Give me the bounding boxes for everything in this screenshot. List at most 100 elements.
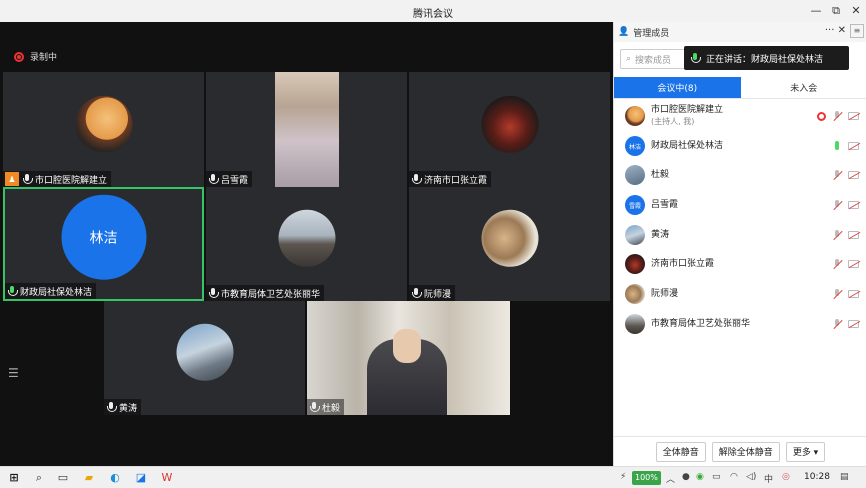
mic-muted-icon[interactable] [832,200,842,210]
video-tile[interactable]: 济南市口张立霞 [409,72,610,187]
member-status [832,170,859,180]
more-icon[interactable]: ··· [825,25,835,36]
battery-indicator[interactable]: 100% [632,471,661,485]
panel-controls: ··· ✕ [825,25,846,36]
member-status [832,141,859,150]
camera-off-icon[interactable] [848,320,859,328]
title-bar: 腾讯会议 — ⧉ ✕ [0,0,866,22]
file-explorer-icon[interactable]: ▰ [82,471,96,485]
video-tile[interactable]: 杜毅 [307,301,510,415]
camera-off-icon[interactable] [848,171,859,179]
search-icon[interactable]: ⌕ [32,471,46,485]
mute-all-button[interactable]: 全体静音 [655,441,706,462]
video-tile[interactable]: 市教育局体卫艺处张丽华 [206,187,407,301]
mic-tray-icon[interactable]: ● [682,472,690,482]
search-icon: ⌕ [626,54,632,64]
tab-not-joined[interactable]: 未入会 [741,77,866,98]
member-name: 市教育局体卫艺处张丽华 [651,319,751,329]
notification-icon[interactable]: ▤ [840,472,849,482]
mic-muted-icon[interactable] [832,170,842,180]
member-search-input[interactable]: ⌕ 搜索成员 [620,49,690,69]
video-tile[interactable]: 黄涛 [104,301,305,415]
participant-avatar [481,209,538,267]
close-panel-icon[interactable]: ✕ [838,25,846,36]
camera-off-icon[interactable] [848,290,859,298]
unmute-all-button[interactable]: 解除全体静音 [711,441,780,462]
windows-start-icon[interactable]: ⊞ [7,471,21,485]
mic-muted-icon[interactable] [832,319,842,329]
members-panel: 👤 管理成员 ··· ✕ ≡ ⌕ 搜索成员 正在讲话：财政局社保处林洁 会议中(… [613,22,866,466]
member-avatar [625,284,645,304]
member-row[interactable]: 林洁 财政局社保处林洁 [614,132,866,160]
tile-name-tag: ♟ 市口腔医院解建立 [3,171,112,187]
member-status [832,259,859,269]
tray-expand-icon[interactable]: ︿ [666,472,675,485]
camera-off-icon[interactable] [848,201,859,209]
mic-muted-icon[interactable] [832,289,842,299]
recording-label: 录制中 [30,53,58,63]
edge-browser-icon[interactable]: ◐ [108,471,122,485]
minimize-button[interactable]: — [808,3,824,19]
tile-name-tag: 黄涛 [104,399,142,415]
member-row[interactable]: 市口腔医院解建立 (主持人, 我) [614,102,866,130]
video-area: 录制中 ♟ 市口腔医院解建立 吕雪霞 济南市口张立霞 林洁 财政局社保处林洁 市… [0,22,613,466]
restore-button[interactable]: ⧉ [828,3,844,19]
camera-off-icon[interactable] [848,112,859,120]
camera-off-icon[interactable] [848,260,859,268]
record-icon [14,51,24,62]
more-button[interactable]: 更多 ▾ [785,441,826,462]
member-row[interactable]: 市教育局体卫艺处张丽华 [614,310,866,338]
mic-muted-icon[interactable] [832,230,842,240]
video-tile[interactable]: 吕雪霞 [206,72,407,187]
member-row[interactable]: 济南市口张立霞 [614,250,866,278]
task-view-icon[interactable]: ▭ [56,471,70,485]
list-toggle-icon[interactable]: ☰ [8,366,19,380]
mic-muted-icon[interactable] [832,259,842,269]
battery-icon[interactable]: ▭ [712,472,721,482]
mic-icon [690,53,701,63]
mic-active-icon[interactable] [835,141,839,150]
member-row[interactable]: 阮师漫 [614,280,866,308]
video-tile-active-speaker[interactable]: 林洁 财政局社保处林洁 [3,187,204,301]
participant-avatar [481,95,538,153]
member-name: 济南市口张立霞 [651,259,715,269]
member-status [817,111,859,121]
member-status [832,289,859,299]
participant-avatar [176,323,233,381]
participant-name: 阮师漫 [424,289,452,300]
participant-avatar [75,95,132,153]
camera-off-icon[interactable] [848,141,859,150]
speaking-toast: 正在讲话：财政局社保处林洁 [684,46,849,70]
video-tile[interactable]: 阮师漫 [409,187,610,301]
member-avatar: 雪霞 [625,195,645,215]
camera-off-icon[interactable] [848,231,859,239]
tile-name-tag: 济南市口张立霞 [409,171,492,187]
member-row[interactable]: 黄涛 [614,221,866,249]
member-name: 阮师漫 [651,289,679,299]
clock[interactable]: 10:28 [804,472,830,482]
member-name: 财政局社保处林洁 [651,141,724,151]
camera-feed [275,72,339,187]
wps-icon[interactable]: W [160,471,174,485]
volume-icon[interactable]: ◁) [746,472,756,482]
tencent-meeting-icon[interactable]: ◪ [134,471,148,485]
user-icon: 👤 [618,27,630,37]
member-status [832,319,859,329]
member-row[interactable]: 杜毅 [614,161,866,189]
mic-icon [411,174,422,184]
participant-name: 济南市口张立霞 [424,175,488,186]
video-tile[interactable]: ♟ 市口腔医院解建立 [3,72,204,187]
member-role: (主持人, 我) [651,117,695,126]
sidebar-toggle-icon[interactable]: ≡ [850,24,864,38]
wechat-icon[interactable]: ◉ [696,472,704,482]
camera-feed-face [393,329,421,363]
input-method-icon[interactable]: 中 [764,472,773,485]
wifi-icon[interactable]: ◠ [730,472,738,482]
app-tray-icon[interactable]: ◎ [782,472,790,482]
close-window-button[interactable]: ✕ [848,3,864,19]
recording-indicator[interactable]: 录制中 [14,50,57,63]
member-row[interactable]: 雪霞 吕雪霞 [614,191,866,219]
mic-muted-icon[interactable] [832,111,842,121]
member-avatar [625,225,645,245]
tab-in-meeting[interactable]: 会议中(8) [614,77,741,98]
